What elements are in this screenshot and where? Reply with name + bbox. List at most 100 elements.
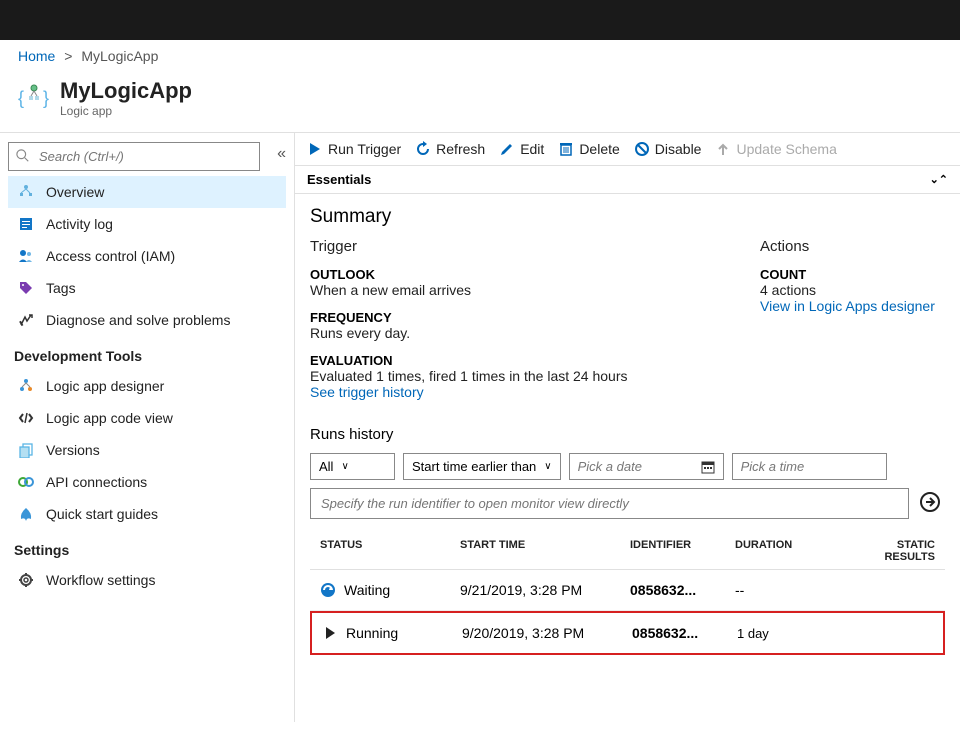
sidebar-heading-settings: Settings	[8, 530, 286, 564]
status-filter-dropdown[interactable]: All∨	[310, 453, 395, 480]
sidebar-collapse-chevron-icon[interactable]: «	[277, 145, 286, 163]
activity-log-icon	[18, 216, 34, 232]
runs-history-panel: Runs history All∨ Start time earlier tha…	[295, 412, 960, 669]
frequency-text: Runs every day.	[310, 325, 720, 341]
portal-top-bar	[0, 0, 960, 40]
disable-icon	[634, 141, 650, 157]
sidebar-item-label: Access control (IAM)	[46, 248, 175, 264]
summary-heading: Summary	[310, 206, 945, 228]
breadcrumb-home[interactable]: Home	[18, 48, 55, 64]
essentials-toggle[interactable]: Essentials ⌄⌃	[295, 166, 960, 194]
sidebar-item-versions[interactable]: Versions	[8, 434, 286, 466]
main-content: Run Trigger Refresh Edit Delete Disable …	[295, 133, 960, 722]
see-trigger-history-link[interactable]: See trigger history	[310, 384, 720, 400]
code-icon	[18, 410, 34, 426]
running-status-icon	[322, 625, 338, 641]
sidebar-item-quick-start[interactable]: Quick start guides	[8, 498, 286, 530]
arrow-right-icon	[919, 491, 941, 513]
chevron-down-icon: ∨	[341, 461, 348, 472]
runs-table: STATUS START TIME IDENTIFIER DURATION ST…	[310, 533, 945, 655]
runs-history-title: Runs history	[310, 426, 945, 443]
view-designer-link[interactable]: View in Logic Apps designer	[760, 298, 945, 314]
sidebar-item-label: Logic app designer	[46, 378, 164, 394]
run-identifier-input[interactable]	[310, 488, 909, 519]
sidebar-item-api-connections[interactable]: API connections	[8, 466, 286, 498]
count-text: 4 actions	[760, 282, 945, 298]
run-search-go-button[interactable]	[915, 488, 945, 519]
actions-label: Actions	[760, 238, 945, 255]
sidebar: « Overview Activity log Access control (…	[0, 133, 295, 722]
col-identifier: IDENTIFIER	[630, 539, 735, 563]
trigger-label: Trigger	[310, 238, 720, 255]
sidebar-item-label: Activity log	[46, 216, 113, 232]
versions-icon	[18, 442, 34, 458]
chevron-down-icon: ⌄⌃	[930, 173, 948, 186]
frequency-heading: FREQUENCY	[310, 310, 720, 325]
iam-icon	[18, 248, 34, 264]
sidebar-item-label: Versions	[46, 442, 100, 458]
page-header: { } MyLogicApp Logic app	[0, 72, 960, 133]
sidebar-item-code-view[interactable]: Logic app code view	[8, 402, 286, 434]
page-subtitle: Logic app	[60, 104, 192, 118]
toolbar: Run Trigger Refresh Edit Delete Disable …	[295, 133, 960, 166]
sidebar-heading-dev: Development Tools	[8, 336, 286, 370]
sidebar-item-diagnose[interactable]: Diagnose and solve problems	[8, 304, 286, 336]
sidebar-item-overview[interactable]: Overview	[8, 176, 286, 208]
diagnose-icon	[18, 312, 34, 328]
evaluation-heading: EVALUATION	[310, 353, 720, 368]
sidebar-item-iam[interactable]: Access control (IAM)	[8, 240, 286, 272]
pencil-icon	[499, 141, 515, 157]
breadcrumb: Home > MyLogicApp	[0, 40, 960, 72]
upload-icon	[715, 141, 731, 157]
refresh-icon	[415, 141, 431, 157]
sidebar-item-label: Quick start guides	[46, 506, 158, 522]
start-time-filter-dropdown[interactable]: Start time earlier than∨	[403, 453, 561, 480]
sidebar-item-label: Diagnose and solve problems	[46, 312, 230, 328]
outlook-text: When a new email arrives	[310, 282, 720, 298]
designer-icon	[18, 378, 34, 394]
delete-button[interactable]: Delete	[558, 141, 619, 157]
logic-app-icon: { }	[18, 82, 50, 114]
time-picker-input[interactable]: Pick a time	[732, 453, 887, 480]
quickstart-icon	[18, 506, 34, 522]
trash-icon	[558, 141, 574, 157]
api-icon	[18, 474, 34, 490]
col-duration: DURATION	[735, 539, 855, 563]
sidebar-item-label: Tags	[46, 280, 76, 296]
sidebar-search-input[interactable]	[8, 142, 260, 171]
table-row[interactable]: Waiting 9/21/2019, 3:28 PM 0858632... --	[310, 570, 945, 611]
sidebar-item-designer[interactable]: Logic app designer	[8, 370, 286, 402]
sidebar-item-label: Logic app code view	[46, 410, 173, 426]
table-row[interactable]: Running 9/20/2019, 3:28 PM 0858632... 1 …	[310, 611, 945, 655]
breadcrumb-separator: >	[64, 48, 72, 64]
sidebar-item-label: Overview	[46, 184, 104, 200]
search-icon	[16, 149, 30, 163]
sidebar-item-workflow-settings[interactable]: Workflow settings	[8, 564, 286, 596]
date-picker-input[interactable]: Pick a date	[569, 453, 724, 480]
run-trigger-button[interactable]: Run Trigger	[307, 141, 401, 157]
waiting-status-icon	[320, 582, 336, 598]
refresh-button[interactable]: Refresh	[415, 141, 485, 157]
col-status: STATUS	[320, 539, 460, 563]
disable-button[interactable]: Disable	[634, 141, 702, 157]
gear-icon	[18, 572, 34, 588]
summary-panel: Summary Trigger OUTLOOK When a new email…	[295, 194, 960, 412]
overview-icon	[18, 184, 34, 200]
outlook-heading: OUTLOOK	[310, 267, 720, 282]
sidebar-item-label: Workflow settings	[46, 572, 155, 588]
sidebar-item-tags[interactable]: Tags	[8, 272, 286, 304]
update-schema-button: Update Schema	[715, 141, 836, 157]
tags-icon	[18, 280, 34, 296]
col-start-time: START TIME	[460, 539, 630, 563]
edit-button[interactable]: Edit	[499, 141, 544, 157]
svg-text:{: {	[18, 88, 24, 108]
count-heading: COUNT	[760, 267, 945, 282]
col-static-results: STATIC RESULTS	[855, 539, 935, 563]
calendar-icon	[701, 460, 715, 474]
page-title: MyLogicApp	[60, 78, 192, 104]
table-header: STATUS START TIME IDENTIFIER DURATION ST…	[310, 533, 945, 570]
sidebar-item-activity-log[interactable]: Activity log	[8, 208, 286, 240]
svg-text:}: }	[43, 88, 49, 108]
play-icon	[307, 141, 323, 157]
sidebar-item-label: API connections	[46, 474, 147, 490]
